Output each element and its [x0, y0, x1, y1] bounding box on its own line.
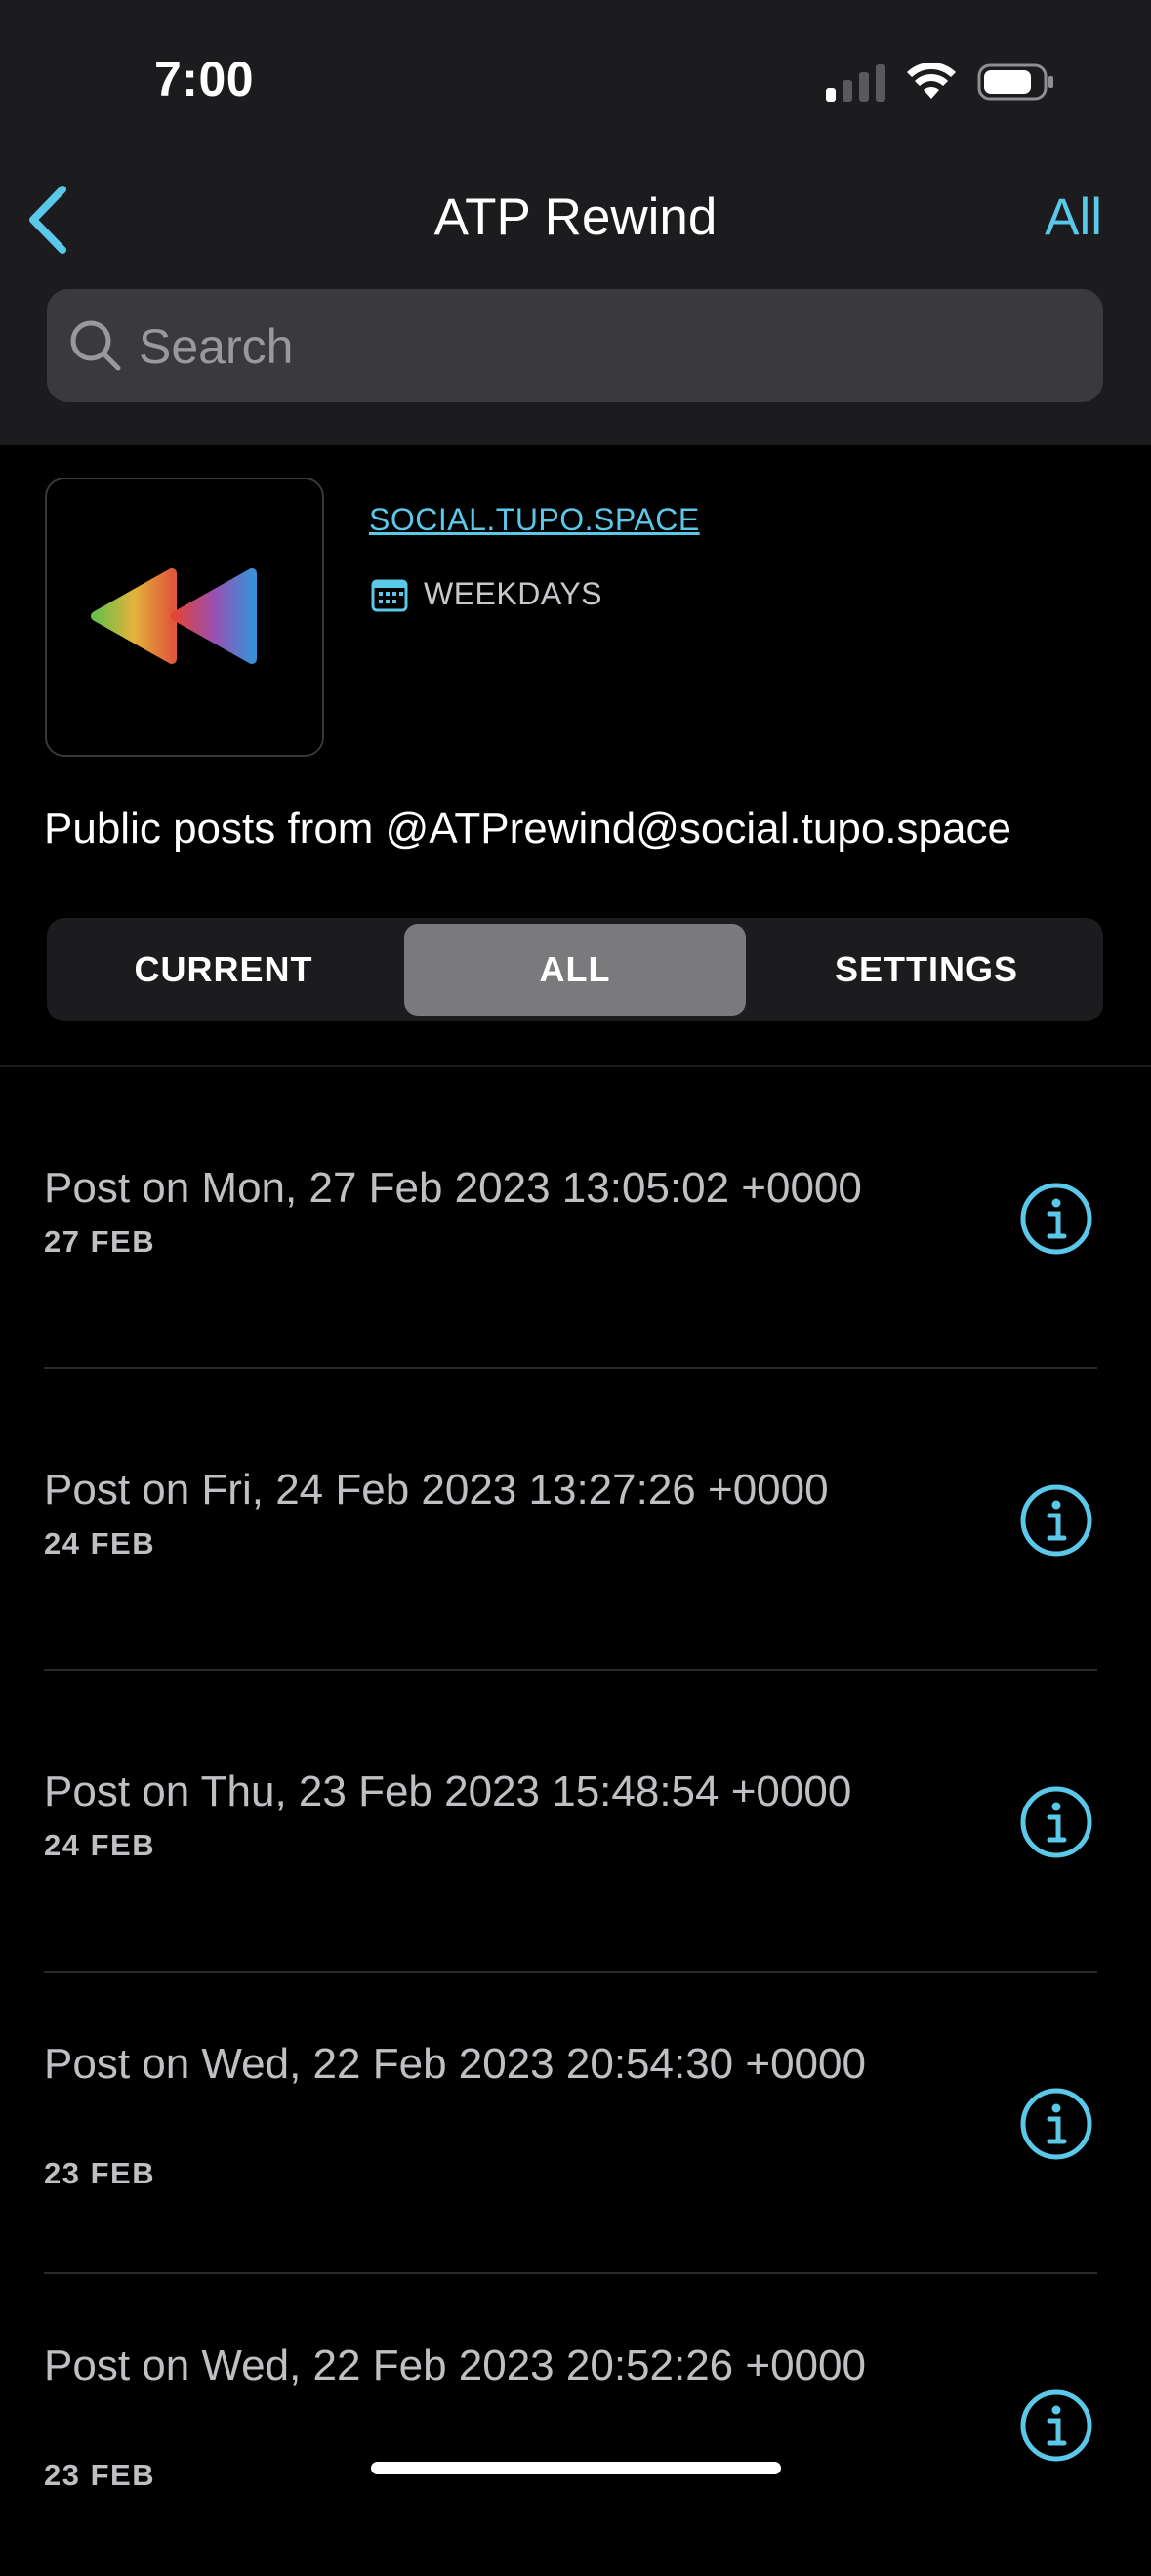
post-date: 24 FEB	[44, 1526, 156, 1560]
home-indicator[interactable]	[371, 2462, 781, 2474]
post-date: 23 FEB	[44, 2458, 156, 2492]
info-icon[interactable]	[1019, 1483, 1093, 1558]
post-row[interactable]: Post on Thu, 23 Feb 2023 15:48:54 +0000 …	[0, 1671, 1151, 1973]
search-icon	[70, 320, 121, 371]
post-title: Post on Mon, 27 Feb 2023 13:05:02 +0000	[44, 1164, 862, 1212]
calendar-icon	[371, 579, 408, 611]
schedule-badge: WEEKDAYS	[371, 576, 602, 612]
post-title: Post on Thu, 23 Feb 2023 15:48:54 +0000	[44, 1767, 852, 1815]
info-icon[interactable]	[1019, 2389, 1093, 2463]
rewind-logo-icon	[91, 568, 257, 664]
feed-description: Public posts from @ATPrewind@social.tupo…	[44, 805, 1011, 852]
post-list: Post on Mon, 27 Feb 2023 13:05:02 +0000 …	[0, 1067, 1151, 2576]
post-title: Post on Fri, 24 Feb 2023 13:27:26 +0000	[44, 1466, 829, 1514]
post-date: 24 FEB	[44, 1828, 156, 1862]
wifi-icon	[907, 63, 956, 99]
tab-settings[interactable]: SETTINGS	[756, 924, 1097, 1016]
cellular-signal-icon	[826, 62, 885, 102]
search-placeholder: Search	[139, 319, 294, 374]
header-bar: 7:00 ATP Rewind All Search	[0, 0, 1151, 445]
battery-icon	[977, 63, 1053, 101]
info-icon[interactable]	[1019, 2087, 1093, 2161]
search-field[interactable]: Search	[47, 289, 1103, 402]
post-date: 27 FEB	[44, 1225, 156, 1259]
server-link[interactable]: SOCIAL.TUPO.SPACE	[369, 502, 700, 538]
all-button[interactable]: All	[1045, 187, 1102, 247]
post-row[interactable]: Post on Mon, 27 Feb 2023 13:05:02 +0000 …	[0, 1067, 1151, 1369]
post-row[interactable]: Post on Wed, 22 Feb 2023 20:52:26 +0000 …	[0, 2274, 1151, 2576]
post-date: 23 FEB	[44, 2156, 156, 2190]
post-row[interactable]: Post on Fri, 24 Feb 2023 13:27:26 +0000 …	[0, 1369, 1151, 1671]
page-title: ATP Rewind	[433, 188, 718, 246]
status-icons	[826, 62, 1055, 102]
post-title: Post on Wed, 22 Feb 2023 20:54:30 +0000	[44, 2040, 866, 2088]
info-icon[interactable]	[1019, 1785, 1093, 1859]
feed-logo	[45, 478, 324, 757]
tab-all[interactable]: ALL	[404, 924, 746, 1016]
info-icon[interactable]	[1019, 1182, 1093, 1256]
post-row[interactable]: Post on Wed, 22 Feb 2023 20:54:30 +0000 …	[0, 1973, 1151, 2274]
tab-current[interactable]: CURRENT	[53, 924, 394, 1016]
schedule-label: WEEKDAYS	[424, 576, 602, 611]
segmented-control: CURRENT ALL SETTINGS	[47, 918, 1103, 1021]
status-time: 7:00	[154, 52, 255, 106]
post-title: Post on Wed, 22 Feb 2023 20:52:26 +0000	[44, 2342, 866, 2389]
